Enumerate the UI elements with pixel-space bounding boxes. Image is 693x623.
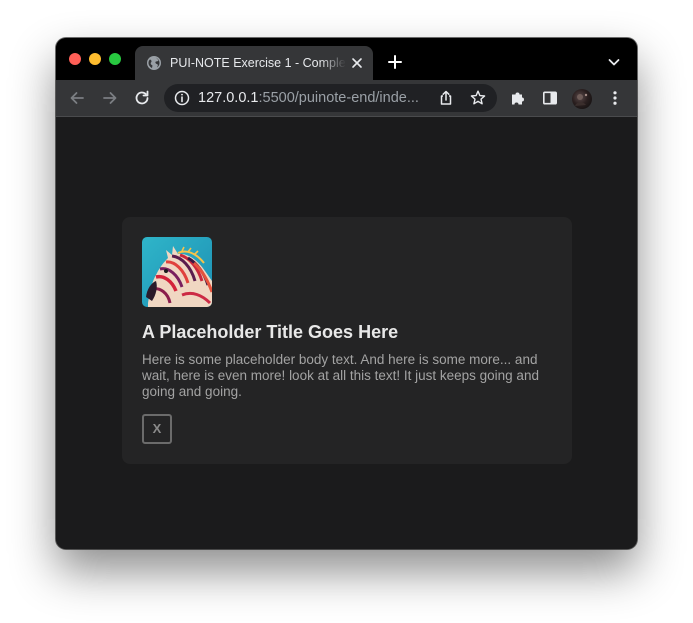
page-viewport: A Placeholder Title Goes Here Here is so… bbox=[56, 117, 637, 549]
minimize-window-button[interactable] bbox=[89, 53, 101, 65]
info-icon[interactable] bbox=[173, 89, 191, 107]
puzzle-icon[interactable] bbox=[509, 89, 527, 107]
browser-window: PUI-NOTE Exercise 1 - Completed 127.0.0.… bbox=[56, 38, 637, 549]
delete-note-button[interactable]: X bbox=[142, 414, 172, 444]
globe-icon bbox=[146, 55, 162, 71]
zebra-pop-art-image bbox=[142, 237, 212, 307]
star-icon[interactable] bbox=[469, 89, 487, 107]
note-card: A Placeholder Title Goes Here Here is so… bbox=[122, 217, 572, 464]
tab-title: PUI-NOTE Exercise 1 - Completed bbox=[170, 56, 346, 70]
address-bar[interactable]: 127.0.0.1:5500/puinote-end/inde... bbox=[164, 84, 497, 112]
url-path: :5500/puinote-end/inde... bbox=[258, 90, 419, 106]
card-title: A Placeholder Title Goes Here bbox=[142, 322, 399, 342]
card-body-text: Here is some placeholder body text. And … bbox=[142, 352, 539, 399]
share-icon[interactable] bbox=[437, 89, 455, 107]
chevron-down-icon[interactable] bbox=[607, 55, 621, 69]
reload-icon[interactable] bbox=[133, 89, 151, 107]
url-host: 127.0.0.1 bbox=[198, 90, 259, 106]
kebab-menu-icon[interactable] bbox=[606, 89, 624, 107]
avatar[interactable] bbox=[572, 89, 592, 109]
arrow-right-icon[interactable] bbox=[101, 89, 119, 107]
zoom-window-button[interactable] bbox=[109, 53, 121, 65]
close-window-button[interactable] bbox=[69, 53, 81, 65]
url-text: 127.0.0.1:5500/puinote-end/inde... bbox=[198, 90, 430, 106]
browser-toolbar: 127.0.0.1:5500/puinote-end/inde... bbox=[56, 80, 637, 117]
arrow-left-icon[interactable] bbox=[68, 89, 86, 107]
close-icon[interactable] bbox=[350, 56, 364, 70]
side-panel-icon[interactable] bbox=[541, 89, 559, 107]
plus-icon[interactable] bbox=[387, 54, 403, 70]
tab-active[interactable]: PUI-NOTE Exercise 1 - Completed bbox=[135, 46, 373, 80]
tab-strip: PUI-NOTE Exercise 1 - Completed bbox=[56, 38, 637, 80]
